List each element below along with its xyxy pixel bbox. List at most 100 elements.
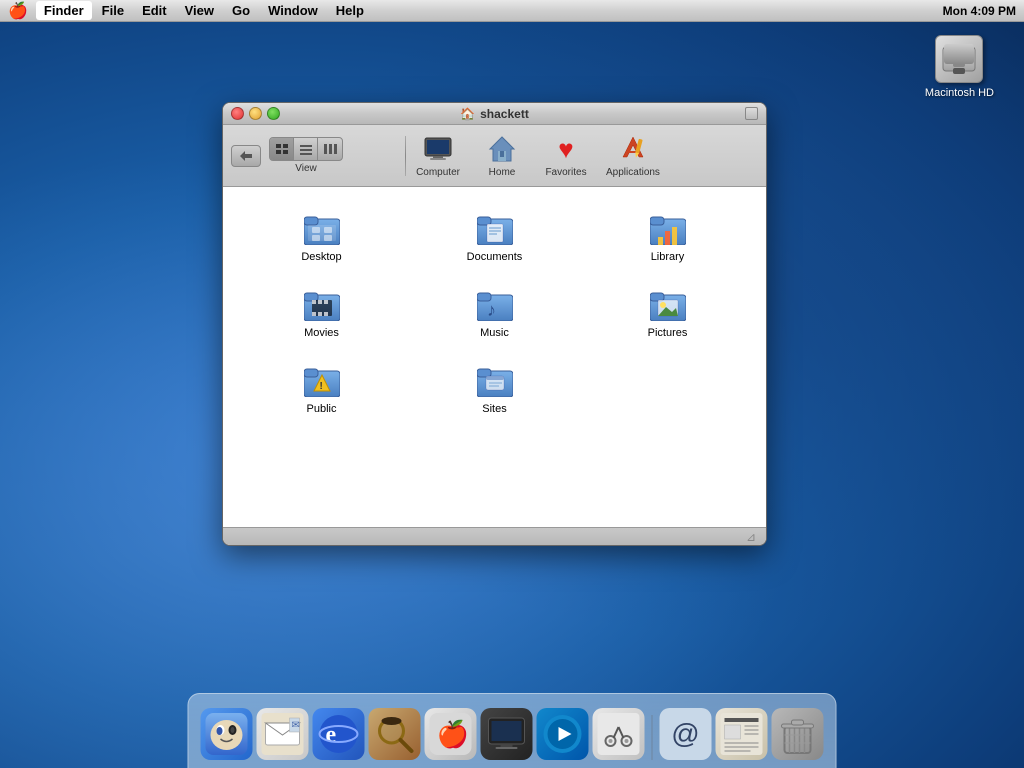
- macintosh-hd-icon[interactable]: Macintosh HD: [925, 35, 994, 99]
- dock-ie-icon: e: [313, 708, 365, 760]
- dock-sherlock-icon: [369, 708, 421, 760]
- apple-menu[interactable]: 🍎: [8, 1, 28, 21]
- menu-edit[interactable]: Edit: [134, 1, 175, 20]
- file-item-pictures[interactable]: Pictures: [585, 279, 750, 347]
- list-view-button[interactable]: [294, 138, 318, 160]
- toolbar-items: Computer Home ♥ Favorites: [414, 133, 660, 178]
- dock-item-monitor[interactable]: [481, 708, 533, 760]
- menu-go[interactable]: Go: [224, 1, 258, 20]
- dock-url-icon: @: [660, 708, 712, 760]
- folder-public-svg: !: [304, 363, 340, 397]
- toolbar-computer[interactable]: Computer: [414, 133, 462, 178]
- toolbar-divider: [405, 136, 406, 176]
- computer-svg: [423, 136, 453, 162]
- toolbar: View spacer Computer: [223, 125, 766, 187]
- dock-item-system[interactable]: 🍎: [425, 708, 477, 760]
- back-button[interactable]: [231, 145, 261, 167]
- file-item-movies[interactable]: Movies: [239, 279, 404, 347]
- dock: ✉ e: [188, 693, 837, 768]
- dock-system-icon: 🍎: [425, 708, 477, 760]
- toolbar-applications[interactable]: Applications: [606, 133, 660, 178]
- dock-script-icon: [593, 708, 645, 760]
- file-item-desktop[interactable]: Desktop: [239, 203, 404, 271]
- menu-finder[interactable]: Finder: [36, 1, 92, 20]
- resize-handle[interactable]: ⊿: [744, 530, 758, 544]
- menu-help[interactable]: Help: [328, 1, 372, 20]
- at-icon: @: [671, 718, 699, 750]
- menubar-clock: Mon 4:09 PM: [943, 4, 1016, 18]
- applications-label: Applications: [606, 167, 660, 178]
- dock-separator: [652, 715, 653, 760]
- file-item-public[interactable]: ! Public: [239, 355, 404, 423]
- dock-item-mail[interactable]: ✉: [257, 708, 309, 760]
- finder-face-svg: [206, 713, 248, 755]
- toolbar-favorites[interactable]: ♥ Favorites: [542, 133, 590, 178]
- home-label: Home: [489, 167, 516, 178]
- menu-file[interactable]: File: [94, 1, 132, 20]
- folder-sites-svg: [477, 363, 513, 397]
- file-item-music[interactable]: ♪ Music: [412, 279, 577, 347]
- menu-view[interactable]: View: [177, 1, 222, 20]
- pictures-label: Pictures: [648, 327, 688, 339]
- music-folder-icon: ♪: [477, 287, 513, 323]
- monitor-svg: [486, 713, 528, 755]
- file-content: Desktop: [223, 187, 766, 527]
- news-svg: [721, 713, 763, 755]
- dock-item-script[interactable]: [593, 708, 645, 760]
- collapse-button[interactable]: [745, 107, 758, 120]
- folder-pics-svg: [650, 287, 686, 321]
- quicktime-svg: [542, 713, 584, 755]
- movies-label: Movies: [304, 327, 339, 339]
- dock-item-finder[interactable]: [201, 708, 253, 760]
- maximize-button[interactable]: [267, 107, 280, 120]
- menubar: 🍎 Finder File Edit View Go Window Help M…: [0, 0, 1024, 22]
- hd-label: Macintosh HD: [925, 87, 994, 99]
- minimize-button[interactable]: [249, 107, 262, 120]
- list-view-icon: [299, 143, 313, 155]
- dock-item-sherlock[interactable]: [369, 708, 421, 760]
- svg-text:🍎: 🍎: [437, 718, 469, 749]
- applications-svg: [619, 135, 647, 163]
- folder-svg: [304, 211, 340, 245]
- pictures-folder-icon: [650, 287, 686, 323]
- movies-folder-icon: [304, 287, 340, 323]
- svg-text:!: !: [319, 381, 322, 392]
- favorites-label: Favorites: [545, 167, 586, 178]
- computer-icon: [422, 133, 454, 165]
- view-buttons: [269, 137, 343, 161]
- titlebar: 🏠 shackett: [223, 103, 766, 125]
- applications-icon: [617, 133, 649, 165]
- computer-label: Computer: [416, 167, 460, 178]
- home-toolbar-icon: [486, 133, 518, 165]
- toolbar-home[interactable]: Home: [478, 133, 526, 178]
- heart-icon: ♥: [558, 136, 573, 162]
- desktop-label: Desktop: [301, 251, 341, 263]
- traffic-lights: [231, 107, 280, 120]
- dock-item-quicktime[interactable]: [537, 708, 589, 760]
- hd-icon-image: [935, 35, 983, 83]
- statusbar: ⊿: [223, 527, 766, 545]
- folder-movies-svg: [304, 287, 340, 321]
- menu-window[interactable]: Window: [260, 1, 326, 20]
- view-label: View: [295, 163, 317, 174]
- dock-item-ie[interactable]: e: [313, 708, 365, 760]
- ie-svg: e: [318, 713, 360, 755]
- documents-folder-icon: [477, 211, 513, 247]
- dock-item-url[interactable]: @: [660, 708, 712, 760]
- file-item-sites[interactable]: Sites: [412, 355, 577, 423]
- back-arrow-icon: [239, 150, 253, 162]
- icon-view-icon: [275, 143, 289, 155]
- library-folder-icon: [650, 211, 686, 247]
- close-button[interactable]: [231, 107, 244, 120]
- documents-label: Documents: [467, 251, 523, 263]
- dock-item-news[interactable]: [716, 708, 768, 760]
- sherlock-svg: [374, 713, 416, 755]
- file-item-library[interactable]: Library: [585, 203, 750, 271]
- icon-view-button[interactable]: [270, 138, 294, 160]
- menubar-items: Finder File Edit View Go Window Help: [36, 1, 943, 20]
- home-svg: [488, 135, 516, 163]
- file-item-documents[interactable]: Documents: [412, 203, 577, 271]
- public-label: Public: [307, 403, 337, 415]
- dock-item-trash[interactable]: [772, 708, 824, 760]
- column-view-button[interactable]: [318, 138, 342, 160]
